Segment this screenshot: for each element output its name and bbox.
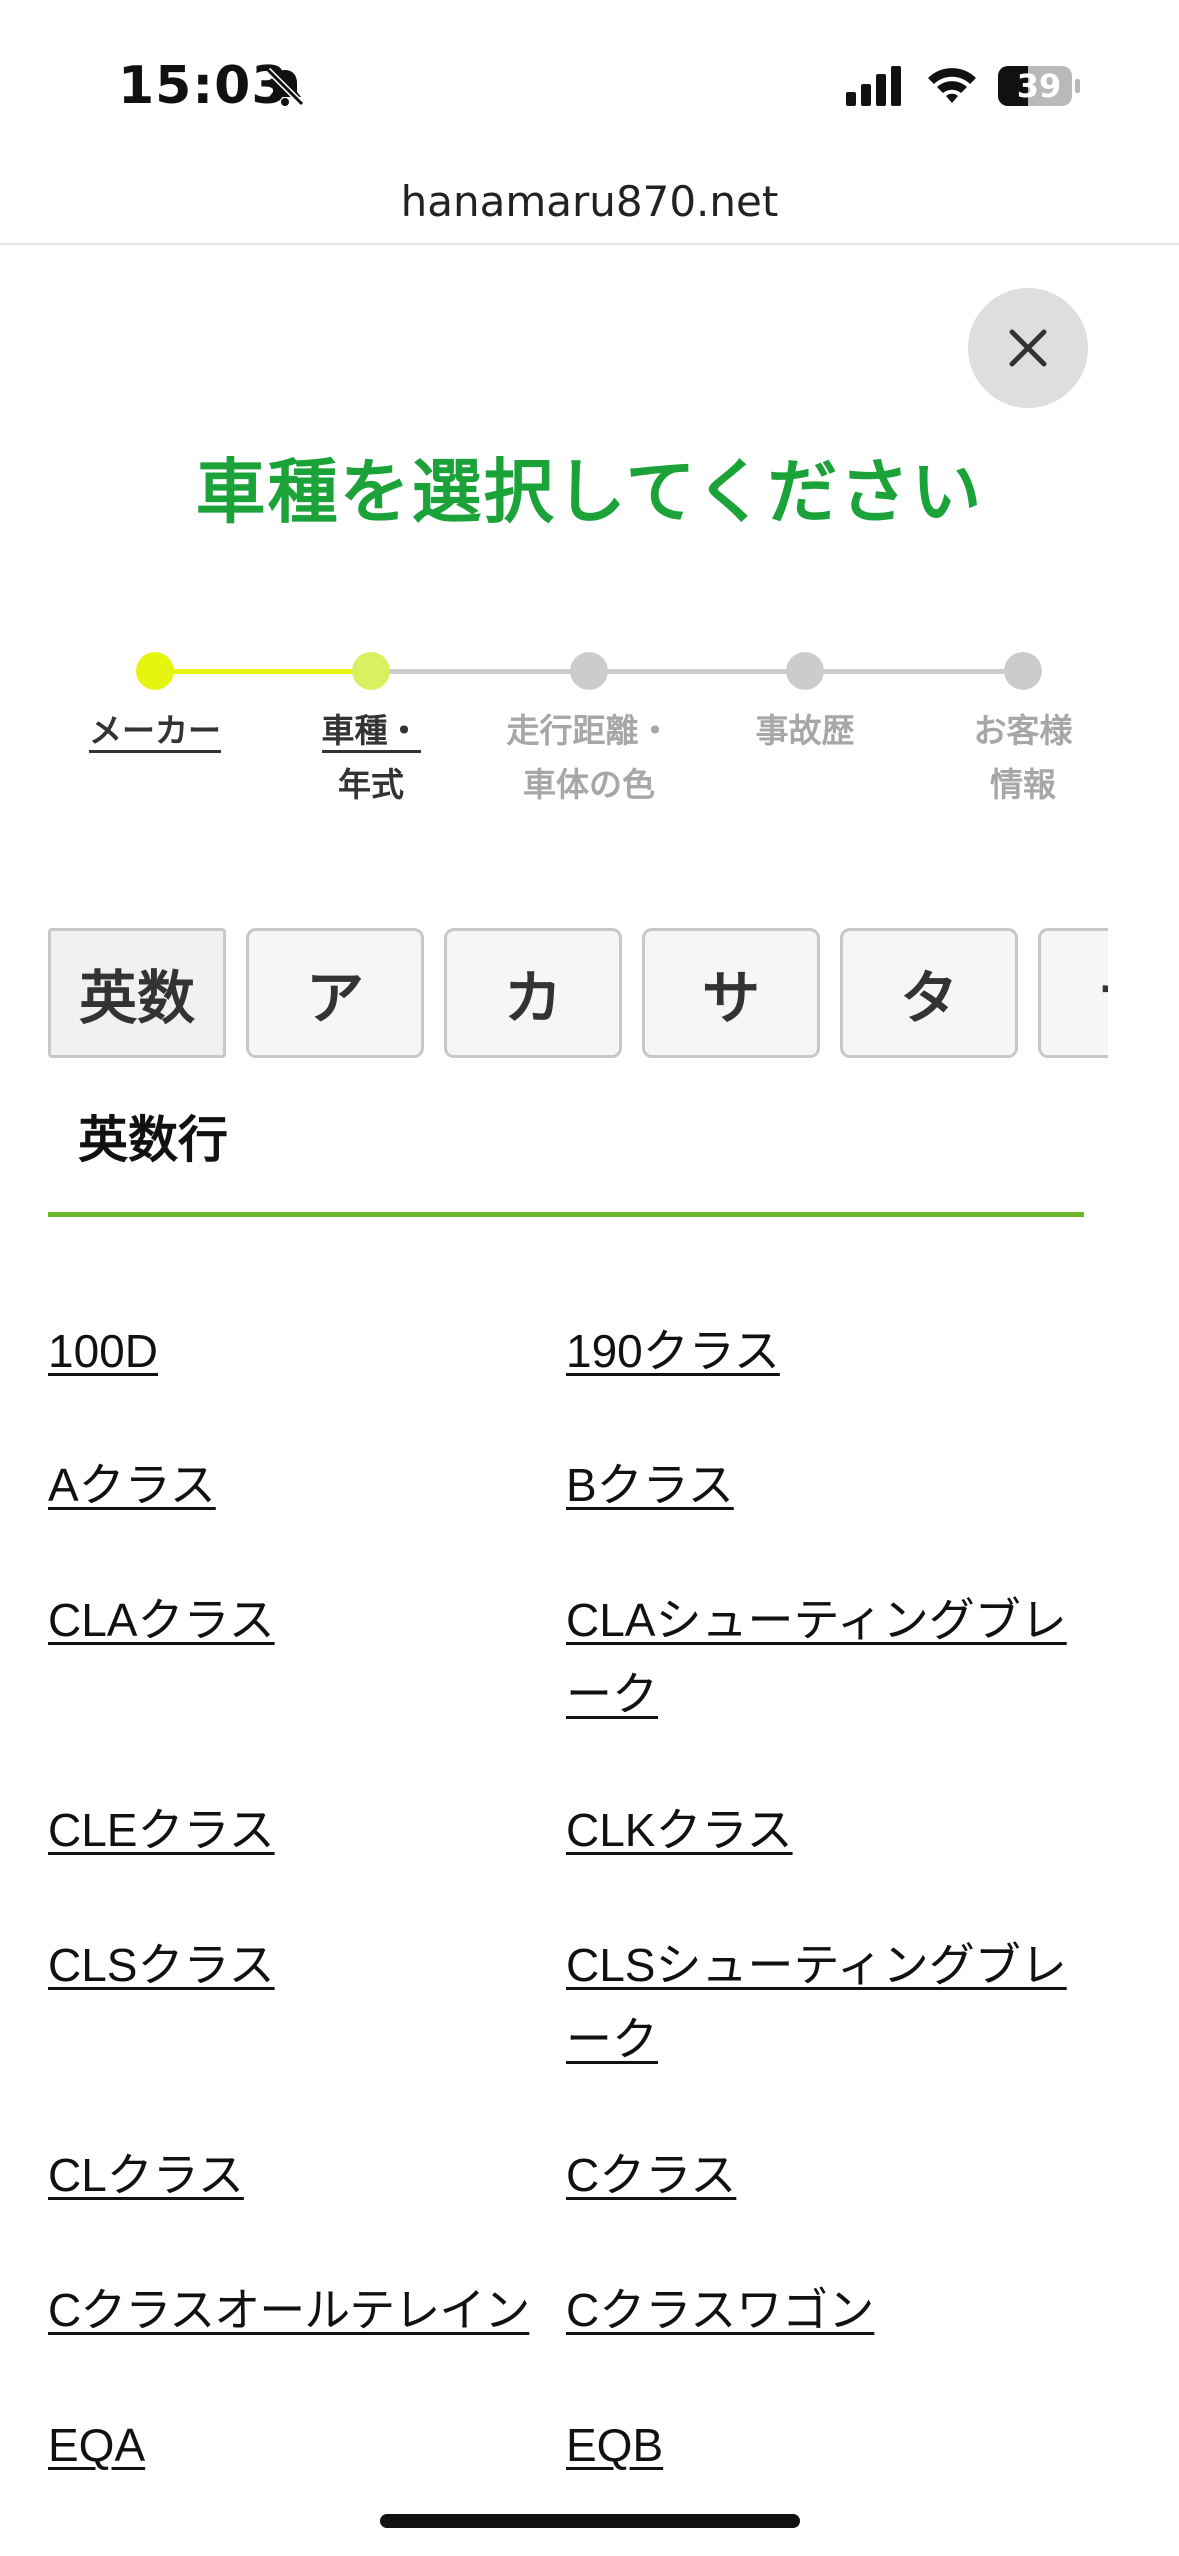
tab-ta[interactable]: タ bbox=[840, 928, 1018, 1058]
tab-sa[interactable]: サ bbox=[642, 928, 820, 1058]
model-link[interactable]: Cクラス bbox=[566, 2138, 1086, 2212]
home-indicator bbox=[380, 2514, 800, 2528]
close-button[interactable] bbox=[968, 288, 1088, 408]
model-link[interactable]: EQB bbox=[566, 2408, 1086, 2482]
model-link[interactable]: CLAシューティングブレーク bbox=[566, 1583, 1086, 1731]
step-label-line1: メーカー bbox=[89, 711, 221, 753]
step-label-line2: 年式 bbox=[338, 765, 404, 804]
step-label-line2: 車体の色 bbox=[523, 765, 655, 804]
bell-muted-icon bbox=[265, 67, 305, 107]
tab-na[interactable]: ナ bbox=[1038, 928, 1108, 1058]
model-link[interactable]: CLクラス bbox=[48, 2138, 568, 2212]
model-link[interactable]: CLAクラス bbox=[48, 1583, 568, 1657]
step-label-maker[interactable]: メーカー bbox=[55, 704, 255, 758]
model-link[interactable]: CLKクラス bbox=[566, 1793, 1086, 1867]
model-link[interactable]: CLEクラス bbox=[48, 1793, 568, 1867]
status-bar: 15:03 39 bbox=[0, 0, 1179, 150]
tab-ka[interactable]: カ bbox=[444, 928, 622, 1058]
step-line-1 bbox=[155, 669, 371, 674]
step-label-customer: お客様 情報 bbox=[923, 704, 1123, 812]
step-dot-accident bbox=[786, 652, 824, 690]
model-link[interactable]: CLSシューティングブレーク bbox=[566, 1928, 1086, 2076]
close-icon bbox=[1009, 329, 1047, 367]
model-link[interactable]: Cクラスワゴン bbox=[566, 2273, 1086, 2347]
step-dot-customer bbox=[1004, 652, 1042, 690]
step-line-4 bbox=[805, 669, 1023, 674]
model-link[interactable]: Cクラスオールテレイン bbox=[48, 2273, 566, 2347]
battery-level: 39 bbox=[1016, 67, 1062, 105]
kana-tab-bar[interactable]: 英数 ア カ サ タ ナ bbox=[48, 928, 1108, 1060]
step-line-3 bbox=[589, 669, 805, 674]
step-label-model: 車種・ 年式 bbox=[271, 704, 471, 812]
model-link[interactable]: 100D bbox=[48, 1314, 568, 1388]
model-link[interactable]: 190クラス bbox=[566, 1314, 1086, 1388]
model-link[interactable]: Bクラス bbox=[566, 1448, 1086, 1522]
url-bar[interactable]: hanamaru870.net bbox=[0, 160, 1179, 244]
page-title: 車種を選択してください bbox=[195, 451, 984, 533]
step-label-accident: 事故歴 bbox=[705, 704, 905, 758]
step-dot-mileage bbox=[570, 652, 608, 690]
step-label-line1: 車種・ bbox=[321, 711, 421, 753]
step-label-mileage: 走行距離・ 車体の色 bbox=[489, 704, 689, 812]
step-line-2 bbox=[371, 669, 589, 674]
step-label-line1: お客様 bbox=[973, 711, 1073, 750]
cellular-signal-icon bbox=[846, 66, 901, 106]
step-label-line2: 情報 bbox=[990, 765, 1056, 804]
step-dot-maker bbox=[136, 652, 174, 690]
model-link[interactable]: Aクラス bbox=[48, 1448, 568, 1522]
step-dot-model bbox=[352, 652, 390, 690]
section-divider bbox=[48, 1212, 1084, 1217]
model-link[interactable]: EQA bbox=[48, 2408, 568, 2482]
tab-a[interactable]: ア bbox=[246, 928, 424, 1058]
step-label-line1: 走行距離・ bbox=[506, 711, 672, 750]
step-label-line1: 事故歴 bbox=[755, 711, 855, 750]
wifi-icon bbox=[928, 68, 976, 103]
model-link[interactable]: CLSクラス bbox=[48, 1928, 568, 2002]
tab-alnum[interactable]: 英数 bbox=[48, 928, 226, 1058]
section-title: 英数行 bbox=[78, 1111, 228, 1169]
url-divider bbox=[0, 243, 1179, 245]
